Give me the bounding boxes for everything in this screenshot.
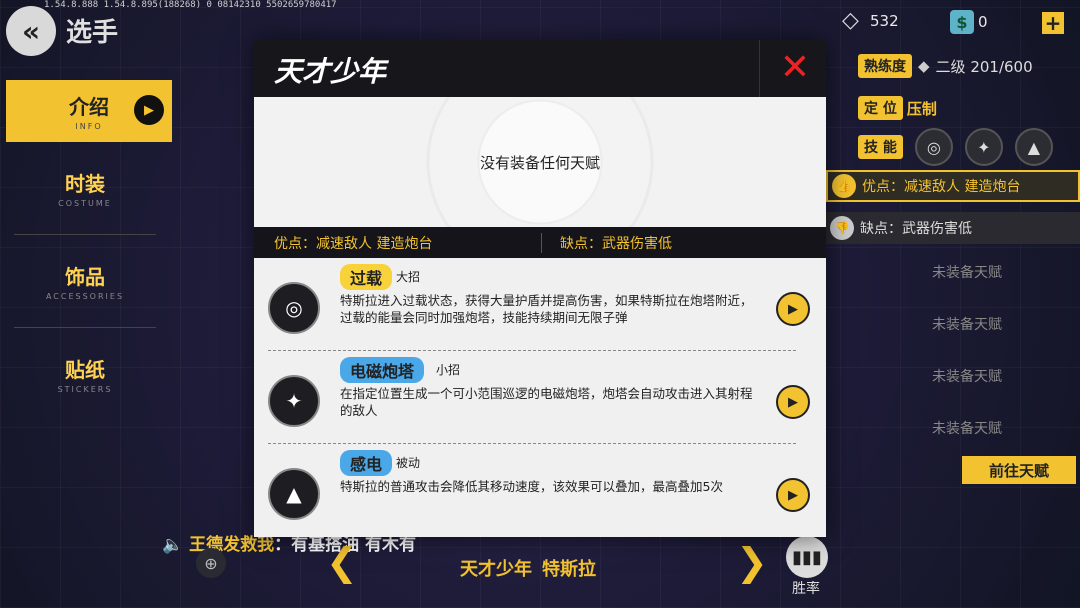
add-currency-button[interactable]: + — [1042, 11, 1064, 35]
boot-skill-icon[interactable]: ▲ — [1014, 128, 1053, 166]
skill-desc: 特斯拉的普通攻击会降低其移动速度，该效果可以叠加，最高叠加5次 — [340, 479, 723, 494]
sidebar-item-label: 介绍 — [69, 95, 109, 119]
hero-title: 天才少年 — [460, 559, 532, 580]
empty-text: 没有装备任何天赋 — [479, 153, 600, 172]
zoom-icon[interactable]: ⊕ — [196, 548, 226, 578]
skill-item: ✦ 电磁炮塔 小招 在指定位置生成一个可小范围巡逻的电磁炮塔，炮塔会自动攻击进入… — [268, 351, 810, 444]
sidebar-item-stickers[interactable]: 贴纸 STICKERS — [0, 328, 170, 420]
modal-pro-con: 优点：减速敌人 建造炮台 缺点：武器伤害低 — [254, 227, 826, 258]
hero-label: 特斯拉 — [542, 559, 596, 580]
skill-item: ▲ 感电 被动 特斯拉的普通攻击会降低其移动速度，该效果可以叠加，最高叠加5次 … — [268, 444, 810, 536]
skill-item: ◎ 过载 大招 特斯拉进入过载状态，获得大量护盾并提高伤害，如果特斯拉在炮塔附近… — [268, 258, 810, 351]
position-row: 定 位 压制 — [858, 96, 937, 120]
talent-slot[interactable]: 未装备天赋 — [932, 314, 1002, 334]
modal-pro-text: 优点：减速敌人 建造炮台 — [254, 232, 542, 253]
win-rate-label: 胜率 — [792, 581, 820, 597]
position-value: 压制 — [906, 99, 937, 118]
proficiency-value: 二级 201/600 — [935, 57, 1033, 76]
thumbs-up-icon: 👍 — [832, 174, 856, 198]
thumbs-down-icon: 👎 — [830, 216, 854, 240]
sidebar-item-label: 时装 — [65, 172, 105, 196]
skills-row: 技 能 ◎ ✦ ▲ — [858, 128, 1053, 166]
turret-skill-icon[interactable]: ✦ — [964, 128, 1003, 166]
sidebar-item-label: 饰品 — [65, 265, 105, 289]
gem-count: 532 — [870, 12, 899, 30]
sidebar-item-sub: STICKERS — [57, 385, 113, 394]
bar-chart-icon[interactable]: ▮▮▮ — [786, 536, 828, 578]
boot-icon: ▲ — [268, 468, 320, 520]
sidebar-item-info[interactable]: 介绍 INFO ▶ — [6, 80, 172, 142]
sidebar: 介绍 INFO ▶ 时装 COSTUME 饰品 ACCESSORIES 贴纸 S… — [0, 68, 172, 420]
skill-desc: 特斯拉进入过载状态，获得大量护盾并提高伤害，如果特斯拉在炮塔附近，过载的能量会同… — [340, 293, 753, 325]
dollar-counter: $ 0 — [950, 10, 988, 34]
sidebar-item-label: 贴纸 — [65, 358, 105, 382]
skill-type: 被动 — [396, 456, 421, 470]
dollar-count: 0 — [978, 13, 988, 31]
play-video-button[interactable]: ▶ — [776, 292, 810, 326]
turret-icon: ✦ — [268, 375, 320, 427]
divider — [759, 40, 760, 97]
play-video-button[interactable]: ▶ — [776, 385, 810, 419]
proficiency-row: 熟练度 ◆ 二级 201/600 — [858, 54, 1033, 78]
sidebar-item-accessories[interactable]: 饰品 ACCESSORIES — [0, 235, 170, 327]
play-icon: ▶ — [134, 95, 164, 125]
goto-talent-label: 前往天赋 — [988, 461, 1049, 480]
con-text: 缺点：武器伤害低 — [860, 221, 972, 237]
gem-counter: ◇ 532 — [842, 10, 899, 32]
talent-slot[interactable]: 未装备天赋 — [932, 262, 1002, 282]
sidebar-item-costume[interactable]: 时装 COSTUME — [0, 142, 170, 234]
sidebar-item-sub: COSTUME — [58, 199, 112, 208]
dollar-icon: $ — [950, 10, 974, 34]
sidebar-item-sub: ACCESSORIES — [45, 292, 125, 301]
next-hero-arrow[interactable]: ❯ — [736, 540, 768, 584]
talent-slot[interactable]: 未装备天赋 — [932, 366, 1002, 386]
diamond-icon: ◇ — [842, 8, 859, 33]
play-video-button[interactable]: ▶ — [776, 478, 810, 512]
skill-type: 大招 — [396, 270, 421, 284]
close-icon[interactable]: ✕ — [780, 48, 810, 88]
skill-name: 过载 — [340, 264, 393, 290]
skill-name: 电磁炮塔 — [340, 357, 425, 383]
modal-con-text: 缺点：武器伤害低 — [560, 235, 672, 252]
skill-type: 小招 — [436, 363, 461, 377]
skills-tag: 技 能 — [858, 135, 903, 159]
pro-text: 优点：减速敌人 建造炮台 — [862, 179, 1021, 195]
version-text: 1.54.8.888 1.54.8.895(188268) 0 08142310… — [44, 0, 337, 10]
con-bar: 👎 缺点：武器伤害低 — [826, 212, 1080, 244]
rank-diamond-icon: ◆ — [918, 57, 930, 75]
modal-title: 天才少年 — [274, 55, 387, 88]
sidebar-item-sub: INFO — [75, 122, 103, 131]
modal-header: 天才少年 ✕ — [254, 40, 826, 97]
position-tag: 定 位 — [858, 96, 903, 120]
talent-slot[interactable]: 未装备天赋 — [932, 418, 1002, 438]
back-button[interactable]: « — [6, 6, 56, 56]
pro-bar: 👍 优点：减速敌人 建造炮台 — [826, 170, 1080, 202]
proficiency-tag: 熟练度 — [858, 54, 912, 78]
skill-name: 感电 — [340, 450, 393, 476]
hero-name: 天才少年 特斯拉 — [460, 555, 596, 581]
page-title: 选手 — [66, 18, 119, 48]
talent-modal: 天才少年 ✕ 没有装备任何天赋 优点：减速敌人 建造炮台 缺点：武器伤害低 ◎ … — [254, 40, 826, 537]
skill-desc: 在指定位置生成一个可小范围巡逻的电磁炮塔，炮塔会自动攻击进入其射程的敌人 — [340, 386, 753, 418]
prev-hero-arrow[interactable]: ❮ — [326, 540, 358, 584]
double-chevron-left-icon: « — [21, 14, 41, 48]
overload-skill-icon[interactable]: ◎ — [914, 128, 953, 166]
overload-icon: ◎ — [268, 282, 320, 334]
talent-empty-area: 没有装备任何天赋 — [254, 97, 826, 227]
goto-talent-button[interactable]: 前往天赋 — [962, 456, 1076, 484]
speaker-icon: 🔈 — [162, 535, 184, 555]
